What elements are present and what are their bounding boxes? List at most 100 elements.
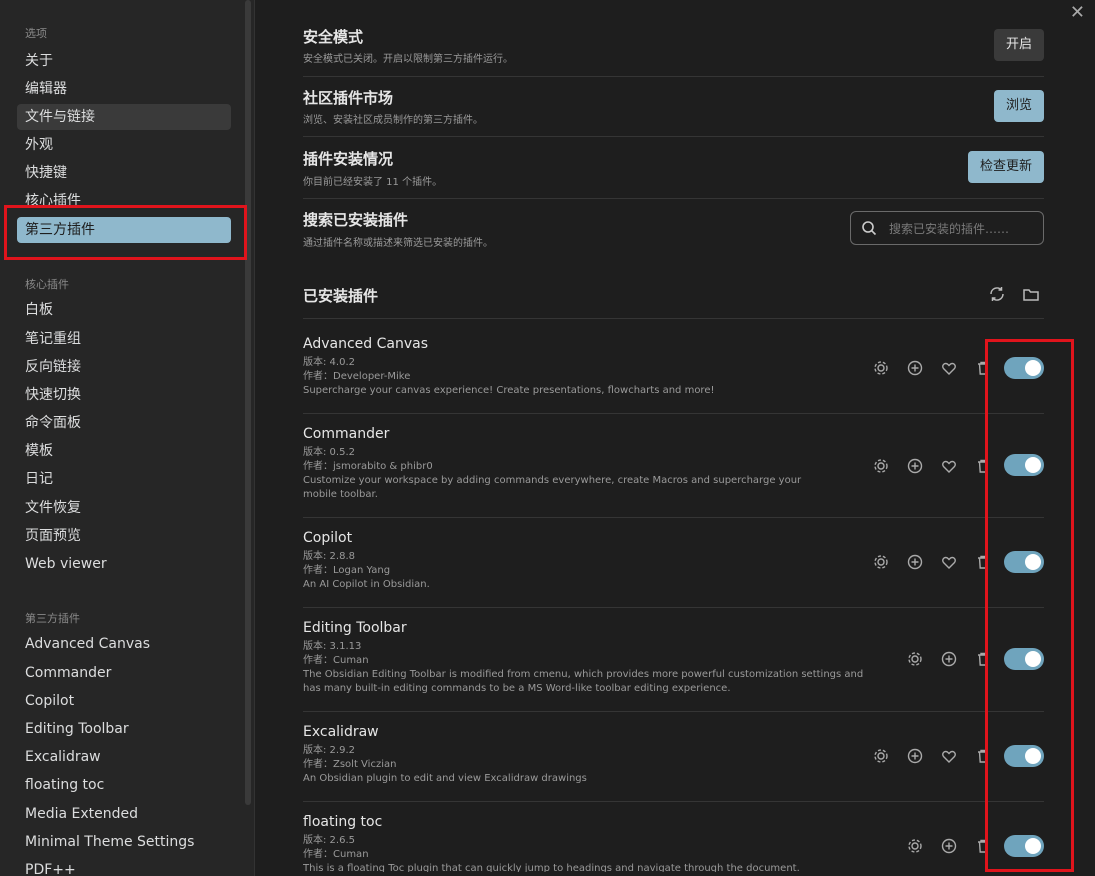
trash-icon[interactable] bbox=[975, 554, 991, 570]
trash-icon[interactable] bbox=[975, 360, 991, 376]
gear-icon[interactable] bbox=[907, 838, 923, 854]
sidebar-item-backlinks[interactable]: 反向链接 bbox=[17, 354, 231, 380]
sidebar-item-about[interactable]: 关于 bbox=[17, 48, 231, 74]
install-status-desc: 你目前已经安装了 11 个插件。 bbox=[303, 177, 443, 188]
folder-icon[interactable] bbox=[1022, 285, 1040, 303]
install-status-title: 插件安装情况 bbox=[303, 150, 394, 168]
sidebar-item-page-preview[interactable]: 页面预览 bbox=[17, 523, 231, 549]
plugin-row-commander: Commander 版本: 0.5.2 作者：jsmorabito & phib… bbox=[303, 426, 1044, 502]
plugin-toggle[interactable] bbox=[1004, 454, 1044, 476]
sidebar-scrollbar[interactable] bbox=[245, 0, 251, 805]
plugin-name: floating toc bbox=[303, 814, 383, 830]
heart-icon[interactable] bbox=[941, 748, 957, 764]
trash-icon[interactable] bbox=[975, 748, 991, 764]
plugin-row-copilot: Copilot 版本: 2.8.8 作者：Logan Yang An AI Co… bbox=[303, 530, 1044, 592]
sidebar-item-copilot[interactable]: Copilot bbox=[17, 688, 231, 714]
sidebar-item-web-viewer[interactable]: Web viewer bbox=[17, 551, 231, 577]
plugin-actions bbox=[907, 838, 993, 860]
add-hotkey-icon[interactable] bbox=[907, 554, 923, 570]
community-market-title: 社区插件市场 bbox=[303, 89, 394, 107]
settings-content: ✕ 安全模式 安全模式已关闭。开启以限制第三方插件运行。 开启 社区插件市场 浏… bbox=[255, 0, 1095, 876]
plugin-toggle[interactable] bbox=[1004, 357, 1044, 379]
plugin-actions bbox=[873, 748, 993, 770]
plugin-actions bbox=[907, 651, 993, 673]
plugin-actions bbox=[873, 458, 993, 480]
sidebar-item-appearance[interactable]: 外观 bbox=[17, 132, 231, 158]
settings-sidebar: 选项 关于 编辑器 文件与链接 外观 快捷键 核心插件 第三方插件 核心插件 白… bbox=[0, 0, 255, 876]
trash-icon[interactable] bbox=[975, 838, 991, 854]
sidebar-item-editor[interactable]: 编辑器 bbox=[17, 76, 231, 102]
sidebar-item-canvas[interactable]: 白板 bbox=[17, 297, 231, 323]
toggle-knob bbox=[1025, 748, 1041, 764]
add-hotkey-icon[interactable] bbox=[907, 360, 923, 376]
sidebar-item-excalidraw[interactable]: Excalidraw bbox=[17, 744, 231, 770]
divider bbox=[303, 517, 1044, 518]
add-hotkey-icon[interactable] bbox=[907, 458, 923, 474]
sidebar-item-minimal-theme-settings[interactable]: Minimal Theme Settings bbox=[17, 829, 231, 855]
search-icon bbox=[862, 221, 877, 236]
gear-icon[interactable] bbox=[873, 748, 889, 764]
plugin-toggle[interactable] bbox=[1004, 551, 1044, 573]
sidebar-item-advanced-canvas[interactable]: Advanced Canvas bbox=[17, 631, 231, 657]
search-installed-desc: 通过插件名称或描述来筛选已安装的插件。 bbox=[303, 238, 493, 249]
sidebar-item-community-plugins[interactable]: 第三方插件 bbox=[17, 217, 231, 243]
sidebar-item-editing-toolbar[interactable]: Editing Toolbar bbox=[17, 716, 231, 742]
trash-icon[interactable] bbox=[975, 651, 991, 667]
toggle-knob bbox=[1025, 360, 1041, 376]
toggle-knob bbox=[1025, 457, 1041, 473]
plugin-toggle[interactable] bbox=[1004, 745, 1044, 767]
plugin-name: Copilot bbox=[303, 530, 353, 546]
divider bbox=[303, 413, 1044, 414]
sidebar-item-floating-toc[interactable]: floating toc bbox=[17, 772, 231, 798]
plugin-description: This is a floating Toc plugin that can q… bbox=[303, 863, 800, 872]
sidebar-item-file-recovery[interactable]: 文件恢复 bbox=[17, 495, 231, 521]
close-icon[interactable]: ✕ bbox=[1070, 2, 1085, 23]
divider bbox=[303, 607, 1044, 608]
sidebar-item-pdf-plus[interactable]: PDF++ bbox=[17, 857, 231, 876]
check-updates-button[interactable]: 检查更新 bbox=[968, 151, 1044, 183]
sidebar-item-command-palette[interactable]: 命令面板 bbox=[17, 410, 231, 436]
section-header-options: 选项 bbox=[25, 27, 47, 40]
add-hotkey-icon[interactable] bbox=[941, 838, 957, 854]
gear-icon[interactable] bbox=[873, 554, 889, 570]
gear-icon[interactable] bbox=[873, 360, 889, 376]
sidebar-item-daily-notes[interactable]: 日记 bbox=[17, 466, 231, 492]
plugin-toggle[interactable] bbox=[1004, 835, 1044, 857]
gear-icon[interactable] bbox=[873, 458, 889, 474]
plugin-description: The Obsidian Editing Toolbar is modified… bbox=[303, 669, 864, 694]
sidebar-item-hotkeys[interactable]: 快捷键 bbox=[17, 160, 231, 186]
divider bbox=[303, 136, 1044, 137]
plugin-description: An Obsidian plugin to edit and view Exca… bbox=[303, 773, 587, 784]
trash-icon[interactable] bbox=[975, 458, 991, 474]
heart-icon[interactable] bbox=[941, 554, 957, 570]
plugin-name: Editing Toolbar bbox=[303, 620, 407, 636]
sidebar-item-commander[interactable]: Commander bbox=[17, 660, 231, 686]
plugin-description: An AI Copilot in Obsidian. bbox=[303, 579, 430, 590]
plugin-toggle[interactable] bbox=[1004, 648, 1044, 670]
sidebar-item-quick-switcher[interactable]: 快速切换 bbox=[17, 382, 231, 408]
add-hotkey-icon[interactable] bbox=[941, 651, 957, 667]
safe-mode-desc: 安全模式已关闭。开启以限制第三方插件运行。 bbox=[303, 54, 513, 65]
browse-button[interactable]: 浏览 bbox=[994, 90, 1044, 122]
add-hotkey-icon[interactable] bbox=[907, 748, 923, 764]
heart-icon[interactable] bbox=[941, 360, 957, 376]
sidebar-item-templates[interactable]: 模板 bbox=[17, 438, 231, 464]
reload-icon[interactable] bbox=[988, 285, 1006, 303]
sidebar-item-note-composer[interactable]: 笔记重组 bbox=[17, 326, 231, 352]
divider bbox=[303, 711, 1044, 712]
heart-icon[interactable] bbox=[941, 458, 957, 474]
plugin-row-floating-toc: floating toc 版本: 2.6.5 作者：Cuman This is … bbox=[303, 814, 1044, 872]
gear-icon[interactable] bbox=[907, 651, 923, 667]
search-box[interactable] bbox=[850, 211, 1044, 245]
plugin-actions bbox=[873, 360, 993, 382]
sidebar-item-core-plugins[interactable]: 核心插件 bbox=[17, 188, 231, 214]
search-input[interactable] bbox=[887, 218, 1041, 240]
plugin-name: Advanced Canvas bbox=[303, 336, 428, 352]
divider bbox=[303, 76, 1044, 77]
section-header-core: 核心插件 bbox=[25, 278, 69, 291]
sidebar-item-media-extended[interactable]: Media Extended bbox=[17, 801, 231, 827]
plugin-actions bbox=[873, 554, 993, 576]
plugin-row-excalidraw: Excalidraw 版本: 2.9.2 作者：Zsolt Viczian An… bbox=[303, 724, 1044, 786]
safe-mode-button[interactable]: 开启 bbox=[994, 29, 1044, 61]
sidebar-item-files-links[interactable]: 文件与链接 bbox=[17, 104, 231, 130]
